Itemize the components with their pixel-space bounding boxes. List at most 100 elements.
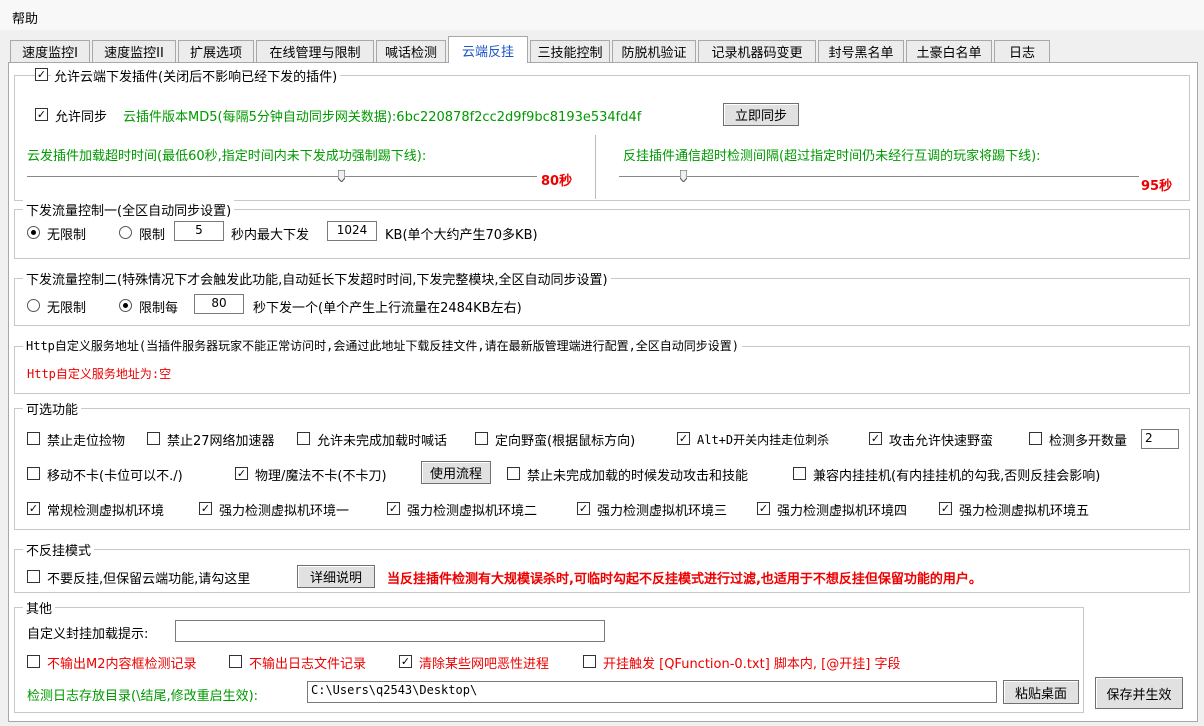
physical-magic-no-lag-checkbox[interactable]: ✓ xyxy=(235,467,248,480)
no-log-file-label: 不输出日志文件记录 xyxy=(249,657,367,672)
cheat-trigger-script-label: 开挂触发 [QFunction-0.txt] 脚本内, [@开挂] 字段 xyxy=(603,657,901,672)
vm-detect-strong-4-label: 强力检测虚拟机环境四 xyxy=(777,504,908,519)
save-apply-button[interactable]: 保存并生效 xyxy=(1095,677,1183,709)
tab-strip: 速度监控I 速度监控II 扩展选项 在线管理与限制 喊话检测 云端反挂 三技能控… xyxy=(10,36,1200,63)
flow2-note: 秒下发一个(单个产生上行流量在2484KB左右) xyxy=(253,301,522,316)
flow2-seconds-input[interactable]: 80 xyxy=(194,294,244,314)
no-m2-output-label: 不输出M2内容框检测记录 xyxy=(47,657,197,672)
alt-d-toggle-label: Alt+D开关内挂走位刺杀 xyxy=(697,433,830,447)
vertical-divider xyxy=(595,135,598,199)
tab-log[interactable]: 日志 xyxy=(994,40,1050,62)
vm-detect-strong-2-label: 强力检测虚拟机环境二 xyxy=(407,504,538,519)
tab-extensions[interactable]: 扩展选项 xyxy=(178,40,254,62)
allow-sync-checkbox[interactable]: ✓ xyxy=(35,108,48,121)
tab-online-management[interactable]: 在线管理与限制 xyxy=(256,40,374,62)
no-27-accelerator-label: 禁止27网络加速器 xyxy=(167,434,275,449)
directional-barbarian-label: 定向野蛮(根据鼠标方向) xyxy=(495,434,636,449)
tab-whitelist[interactable]: 土豪白名单 xyxy=(906,40,992,62)
comm-timeout-slider-thumb[interactable] xyxy=(680,170,687,182)
fast-barbarian-checkbox[interactable]: ✓ xyxy=(869,432,882,445)
other-legend: 其他 xyxy=(23,598,56,617)
flow1-seconds-input[interactable]: 5 xyxy=(174,221,224,241)
tab-blacklist[interactable]: 封号黑名单 xyxy=(818,40,904,62)
load-timeout-slider-thumb[interactable] xyxy=(338,170,345,182)
no-27-accelerator-checkbox[interactable] xyxy=(147,432,160,445)
vm-detect-normal-label: 常规检测虚拟机环境 xyxy=(47,504,165,519)
allow-shout-loading-checkbox[interactable] xyxy=(297,432,310,445)
vm-detect-strong-4-checkbox[interactable]: ✓ xyxy=(757,502,770,515)
flow2-unlimited-radio[interactable] xyxy=(27,299,40,312)
flow1-limit-label: 限制 xyxy=(139,228,166,243)
flow1-unlimited-label: 无限制 xyxy=(47,228,87,243)
tab-cloud-anticheat[interactable]: 云端反挂 xyxy=(448,36,528,63)
vm-detect-normal-checkbox[interactable]: ✓ xyxy=(27,502,40,515)
vm-detect-strong-3-label: 强力检测虚拟机环境三 xyxy=(597,504,728,519)
no-log-file-checkbox[interactable] xyxy=(229,655,242,668)
clear-cafe-process-checkbox[interactable]: ✓ xyxy=(399,655,412,668)
vm-detect-strong-5-checkbox[interactable]: ✓ xyxy=(939,502,952,515)
tab-machine-code[interactable]: 记录机器码变更 xyxy=(698,40,816,62)
move-no-lag-checkbox[interactable] xyxy=(27,467,40,480)
comm-timeout-slider[interactable] xyxy=(619,176,1139,178)
tab-shout-detect[interactable]: 喊话检测 xyxy=(376,40,446,62)
tab-panel-cloud-anticheat: ✓ 允许云端下发插件(关闭后不影响已经下发的插件) ✓ 允许同步 云插件版本MD… xyxy=(8,62,1198,722)
allow-shout-loading-label: 允许未完成加载时喊话 xyxy=(317,434,448,449)
compat-auto-hang-checkbox[interactable] xyxy=(793,467,806,480)
tab-speed-2[interactable]: 速度监控II xyxy=(92,40,176,62)
no-attack-loading-label: 禁止未完成加载的时候发动攻击和技能 xyxy=(527,469,749,484)
flow1-unlimited-radio[interactable] xyxy=(27,226,40,239)
multi-open-label: 检测多开数量 xyxy=(1049,434,1128,449)
no-anticheat-warning: 当反挂插件检测有大规模误杀时,可临时勾起不反挂模式进行过滤,也适用于不想反挂但保… xyxy=(387,572,982,587)
fast-barbarian-label: 攻击允许快速野蛮 xyxy=(889,434,994,449)
menu-bar: 帮助 xyxy=(0,0,1204,30)
flow2-limit-label: 限制每 xyxy=(139,301,179,316)
clear-cafe-process-label: 清除某些网吧恶性进程 xyxy=(419,657,550,672)
no-m2-output-checkbox[interactable] xyxy=(27,655,40,668)
flow2-unlimited-label: 无限制 xyxy=(47,301,87,316)
alt-d-toggle-checkbox[interactable]: ✓ xyxy=(677,432,690,445)
allow-cloud-label: 允许云端下发插件(关闭后不影响已经下发的插件) xyxy=(51,66,341,85)
detail-explain-button[interactable]: 详细说明 xyxy=(297,565,375,588)
multi-open-checkbox[interactable] xyxy=(1029,432,1042,445)
menu-help[interactable]: 帮助 xyxy=(12,8,38,27)
custom-hint-label: 自定义封挂加载提示: xyxy=(27,627,149,642)
log-dir-input[interactable]: C:\Users\q2543\Desktop\ xyxy=(307,681,997,703)
vm-detect-strong-2-checkbox[interactable]: ✓ xyxy=(387,502,400,515)
sync-now-button[interactable]: 立即同步 xyxy=(723,103,799,126)
no-anticheat-checkbox[interactable] xyxy=(27,570,40,583)
custom-hint-input[interactable] xyxy=(175,620,605,642)
multi-open-count-input[interactable]: 2 xyxy=(1141,429,1179,449)
http-legend: Http自定义服务地址(当插件服务器玩家不能正常访问时,会通过此地址下载反挂文件… xyxy=(23,337,743,354)
vm-detect-strong-5-label: 强力检测虚拟机环境五 xyxy=(959,504,1090,519)
no-attack-loading-checkbox[interactable] xyxy=(507,467,520,480)
no-anticheat-legend: 不反挂模式 xyxy=(23,540,95,559)
allow-sync-label: 允许同步 xyxy=(55,110,108,125)
allow-cloud-checkbox[interactable]: ✓ xyxy=(35,68,48,81)
tab-speed-1[interactable]: 速度监控I xyxy=(10,40,90,62)
flow-control-2-legend: 下发流量控制二(特殊情况下才会触发此功能,自动延长下发超时时间,下发完整模块,全… xyxy=(23,269,611,288)
http-address-text: Http自定义服务地址为:空 xyxy=(27,367,172,381)
load-timeout-value: 80秒 xyxy=(541,174,573,189)
flow-control-1-legend: 下发流量控制一(全区自动同步设置) xyxy=(23,200,235,219)
comm-timeout-value: 95秒 xyxy=(1141,179,1173,194)
no-walk-pickup-checkbox[interactable] xyxy=(27,432,40,445)
tab-three-skill[interactable]: 三技能控制 xyxy=(530,40,610,62)
physical-magic-no-lag-label: 物理/魔法不卡(不卡刀) xyxy=(255,469,387,484)
flow1-kb-note: KB(单个大约产生70多KB) xyxy=(385,228,538,243)
load-timeout-label: 云发插件加载超时时间(最低60秒,指定时间内未下发成功强制踢下线): xyxy=(27,149,427,164)
flow1-limit-radio[interactable] xyxy=(119,226,132,239)
flow1-max-kb-input[interactable]: 1024 xyxy=(327,221,377,241)
flow2-limit-radio[interactable] xyxy=(119,299,132,312)
tab-anti-offline[interactable]: 防脱机验证 xyxy=(612,40,696,62)
directional-barbarian-checkbox[interactable] xyxy=(475,432,488,445)
paste-desktop-button[interactable]: 粘贴桌面 xyxy=(1003,680,1079,704)
vm-detect-strong-3-checkbox[interactable]: ✓ xyxy=(577,502,590,515)
log-dir-label: 检测日志存放目录(\结尾,修改重启生效): xyxy=(27,689,259,704)
cheat-trigger-script-checkbox[interactable] xyxy=(583,655,596,668)
usage-flow-button[interactable]: 使用流程 xyxy=(421,461,491,484)
vm-detect-strong-1-checkbox[interactable]: ✓ xyxy=(199,502,212,515)
vm-detect-strong-1-label: 强力检测虚拟机环境一 xyxy=(219,504,350,519)
optional-features-legend: 可选功能 xyxy=(23,399,82,418)
compat-auto-hang-label: 兼容内挂挂机(有内挂挂机的勾我,否则反挂会影响) xyxy=(813,469,1101,484)
load-timeout-slider[interactable] xyxy=(27,176,537,178)
